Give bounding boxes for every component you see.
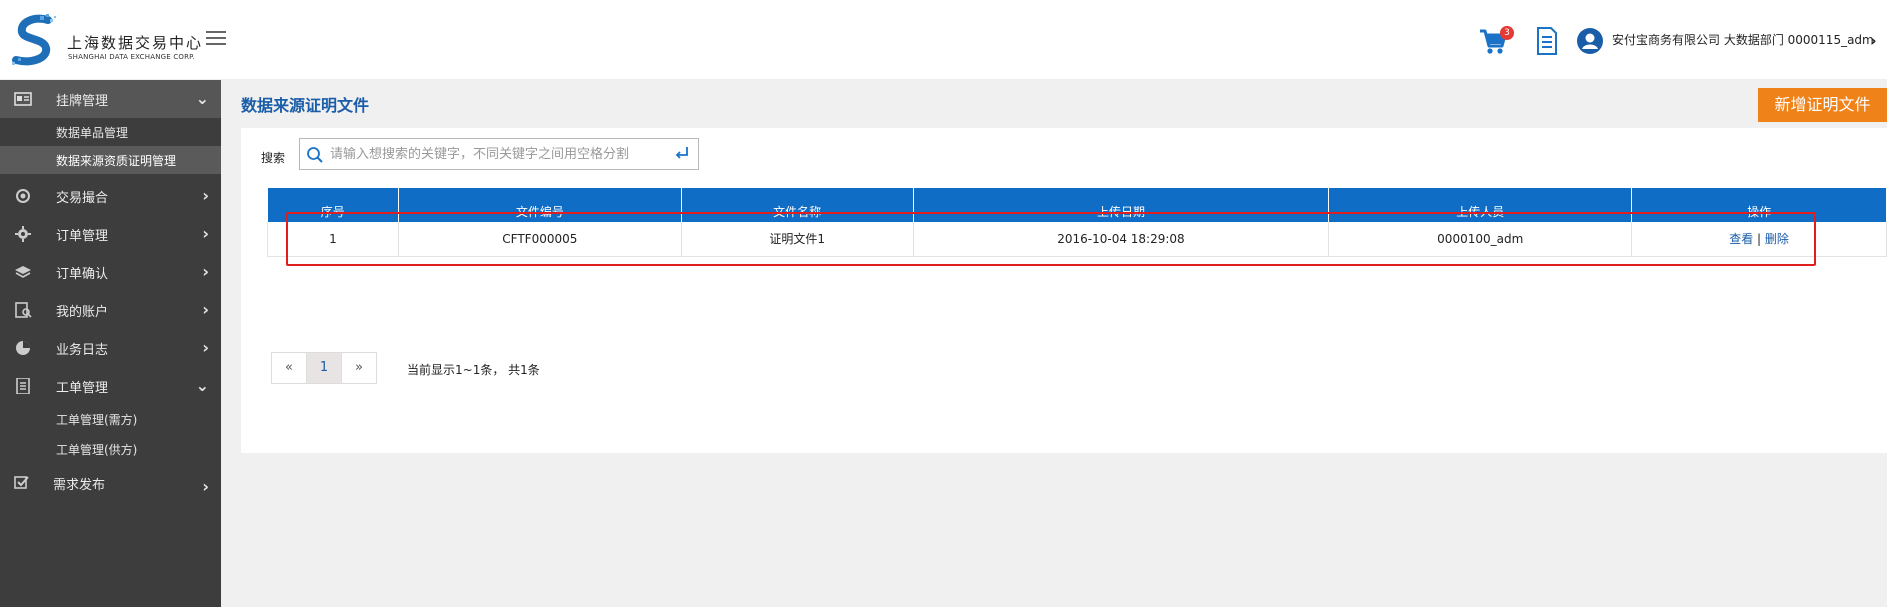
layers-icon [15, 266, 31, 278]
pagination-prev-button[interactable]: « [271, 352, 307, 384]
search-icon [307, 147, 323, 163]
hamburger-menu-icon[interactable] [206, 31, 226, 47]
content-panel: 搜索 序号 文件编号 文件名称 上传日期 上传人员 操作 [241, 128, 1887, 453]
delete-link[interactable]: 删除 [1765, 232, 1789, 246]
sidebar-item-ticket-management[interactable]: 工单管理 ⌄ [0, 367, 221, 405]
action-separator: | [1757, 232, 1762, 247]
sidebar-item-label: 我的账户 [56, 305, 109, 320]
cart-count-badge: 3 [1500, 26, 1514, 40]
sidebar-item-label: 业务日志 [56, 343, 109, 358]
chevron-right-icon[interactable]: › [1870, 31, 1877, 50]
logo[interactable]: 上海数据交易中心 SHANGHAI DATA EXCHANGE CORP. [10, 14, 204, 68]
cell-actions: 查看 | 删除 [1631, 222, 1887, 257]
sidebar-sub-item-ticket-demand[interactable]: 工单管理(需方) [0, 405, 221, 433]
certificate-table: 序号 文件编号 文件名称 上传日期 上传人员 操作 1 CFTF000005 证… [267, 188, 1887, 257]
column-header-uploader: 上传人员 [1328, 188, 1633, 222]
view-link[interactable]: 查看 [1729, 232, 1753, 246]
sidebar-sub-item-label: 数据单品管理 [56, 126, 129, 140]
chevron-down-icon: ⌄ [195, 89, 209, 108]
app-root: 上海数据交易中心 SHANGHAI DATA EXCHANGE CORP. 3 [0, 0, 1887, 607]
sidebar-item-label: 需求发布 [53, 478, 106, 493]
pagination-info: 当前显示1~1条， 共1条 [407, 363, 540, 377]
sidebar-item-label: 挂牌管理 [56, 94, 109, 109]
pagination: « 1 » [271, 352, 377, 384]
gear-icon [15, 226, 31, 242]
sidebar-sub-item-label: 工单管理(供方) [56, 443, 138, 457]
sidebar: 挂牌管理 ⌄ 数据单品管理 数据来源资质证明管理 交易撮合 › 订单管理 › 订… [0, 80, 221, 607]
document-icon [16, 378, 30, 394]
top-header: 上海数据交易中心 SHANGHAI DATA EXCHANGE CORP. 3 [0, 0, 1887, 80]
sidebar-item-label: 工单管理 [56, 381, 109, 396]
account-icon [15, 302, 32, 318]
cell-file-id: CFTF000005 [398, 222, 682, 257]
chevron-right-icon: › [202, 477, 209, 496]
pagination-page-1[interactable]: 1 [306, 352, 342, 384]
search-box [299, 138, 699, 170]
search-input[interactable] [330, 140, 670, 168]
chevron-right-icon: › [202, 338, 209, 357]
sidebar-item-demand-publish[interactable]: 需求发布 › [0, 464, 221, 502]
sidebar-sub-item-source-certificate[interactable]: 数据来源资质证明管理 [0, 146, 221, 174]
main-content: 数据来源证明文件 新增证明文件 搜索 序号 文件编号 文件名称 上传日期 上传人… [221, 80, 1887, 607]
pagination-next-button[interactable]: » [341, 352, 377, 384]
cell-file-name: 证明文件1 [681, 222, 914, 257]
chevron-down-icon: ⌄ [195, 376, 209, 395]
column-header-actions: 操作 [1631, 188, 1887, 222]
chevron-right-icon: › [202, 186, 209, 205]
id-card-icon [14, 92, 32, 106]
pie-icon [16, 341, 30, 355]
user-avatar-icon[interactable] [1577, 28, 1603, 54]
sidebar-item-business-log[interactable]: 业务日志 › [0, 329, 221, 367]
table-row: 1 CFTF000005 证明文件1 2016-10-04 18:29:08 0… [267, 222, 1887, 257]
chevron-right-icon: › [202, 224, 209, 243]
sidebar-item-listing[interactable]: 挂牌管理 ⌄ [0, 80, 221, 118]
column-header-no: 序号 [267, 188, 399, 222]
column-header-upload-date: 上传日期 [913, 188, 1330, 222]
column-header-file-name: 文件名称 [681, 188, 914, 222]
cell-upload-date: 2016-10-04 18:29:08 [913, 222, 1330, 257]
column-header-file-id: 文件编号 [398, 188, 682, 222]
sidebar-sub-item-label: 数据来源资质证明管理 [56, 154, 177, 168]
search-label: 搜索 [261, 151, 286, 165]
sidebar-item-label: 订单管理 [56, 229, 109, 244]
enter-icon[interactable] [674, 145, 690, 161]
sidebar-item-trade-matching[interactable]: 交易撮合 › [0, 177, 221, 215]
sidebar-sub-item-label: 工单管理(需方) [56, 413, 138, 427]
checkbox-icon [14, 476, 29, 489]
page-title: 数据来源证明文件 [241, 96, 370, 115]
sidebar-item-label: 交易撮合 [56, 191, 109, 206]
user-info-text[interactable]: 安付宝商务有限公司 大数据部门 0000115_adm [1612, 31, 1874, 48]
gear-cluster-icon [16, 189, 30, 203]
chevron-right-icon: › [202, 300, 209, 319]
logo-cn-text: 上海数据交易中心 [67, 34, 204, 52]
sidebar-item-label: 订单确认 [56, 267, 109, 282]
sidebar-item-order-confirm[interactable]: 订单确认 › [0, 253, 221, 291]
logo-en-text: SHANGHAI DATA EXCHANGE CORP. [68, 53, 195, 61]
sidebar-item-my-account[interactable]: 我的账户 › [0, 291, 221, 329]
chevron-right-icon: › [202, 262, 209, 281]
cart-button[interactable]: 3 [1479, 26, 1514, 56]
table-header-row: 序号 文件编号 文件名称 上传日期 上传人员 操作 [267, 188, 1887, 222]
sidebar-sub-item-data-product[interactable]: 数据单品管理 [0, 118, 221, 146]
logo-mark-icon [12, 14, 56, 66]
sidebar-item-order-management[interactable]: 订单管理 › [0, 215, 221, 253]
cell-uploader: 0000100_adm [1328, 222, 1633, 257]
add-certificate-button[interactable]: 新增证明文件 [1758, 88, 1887, 122]
document-list-icon[interactable] [1536, 27, 1558, 55]
sidebar-sub-item-ticket-supply[interactable]: 工单管理(供方) [0, 435, 221, 463]
cell-no: 1 [267, 222, 399, 257]
